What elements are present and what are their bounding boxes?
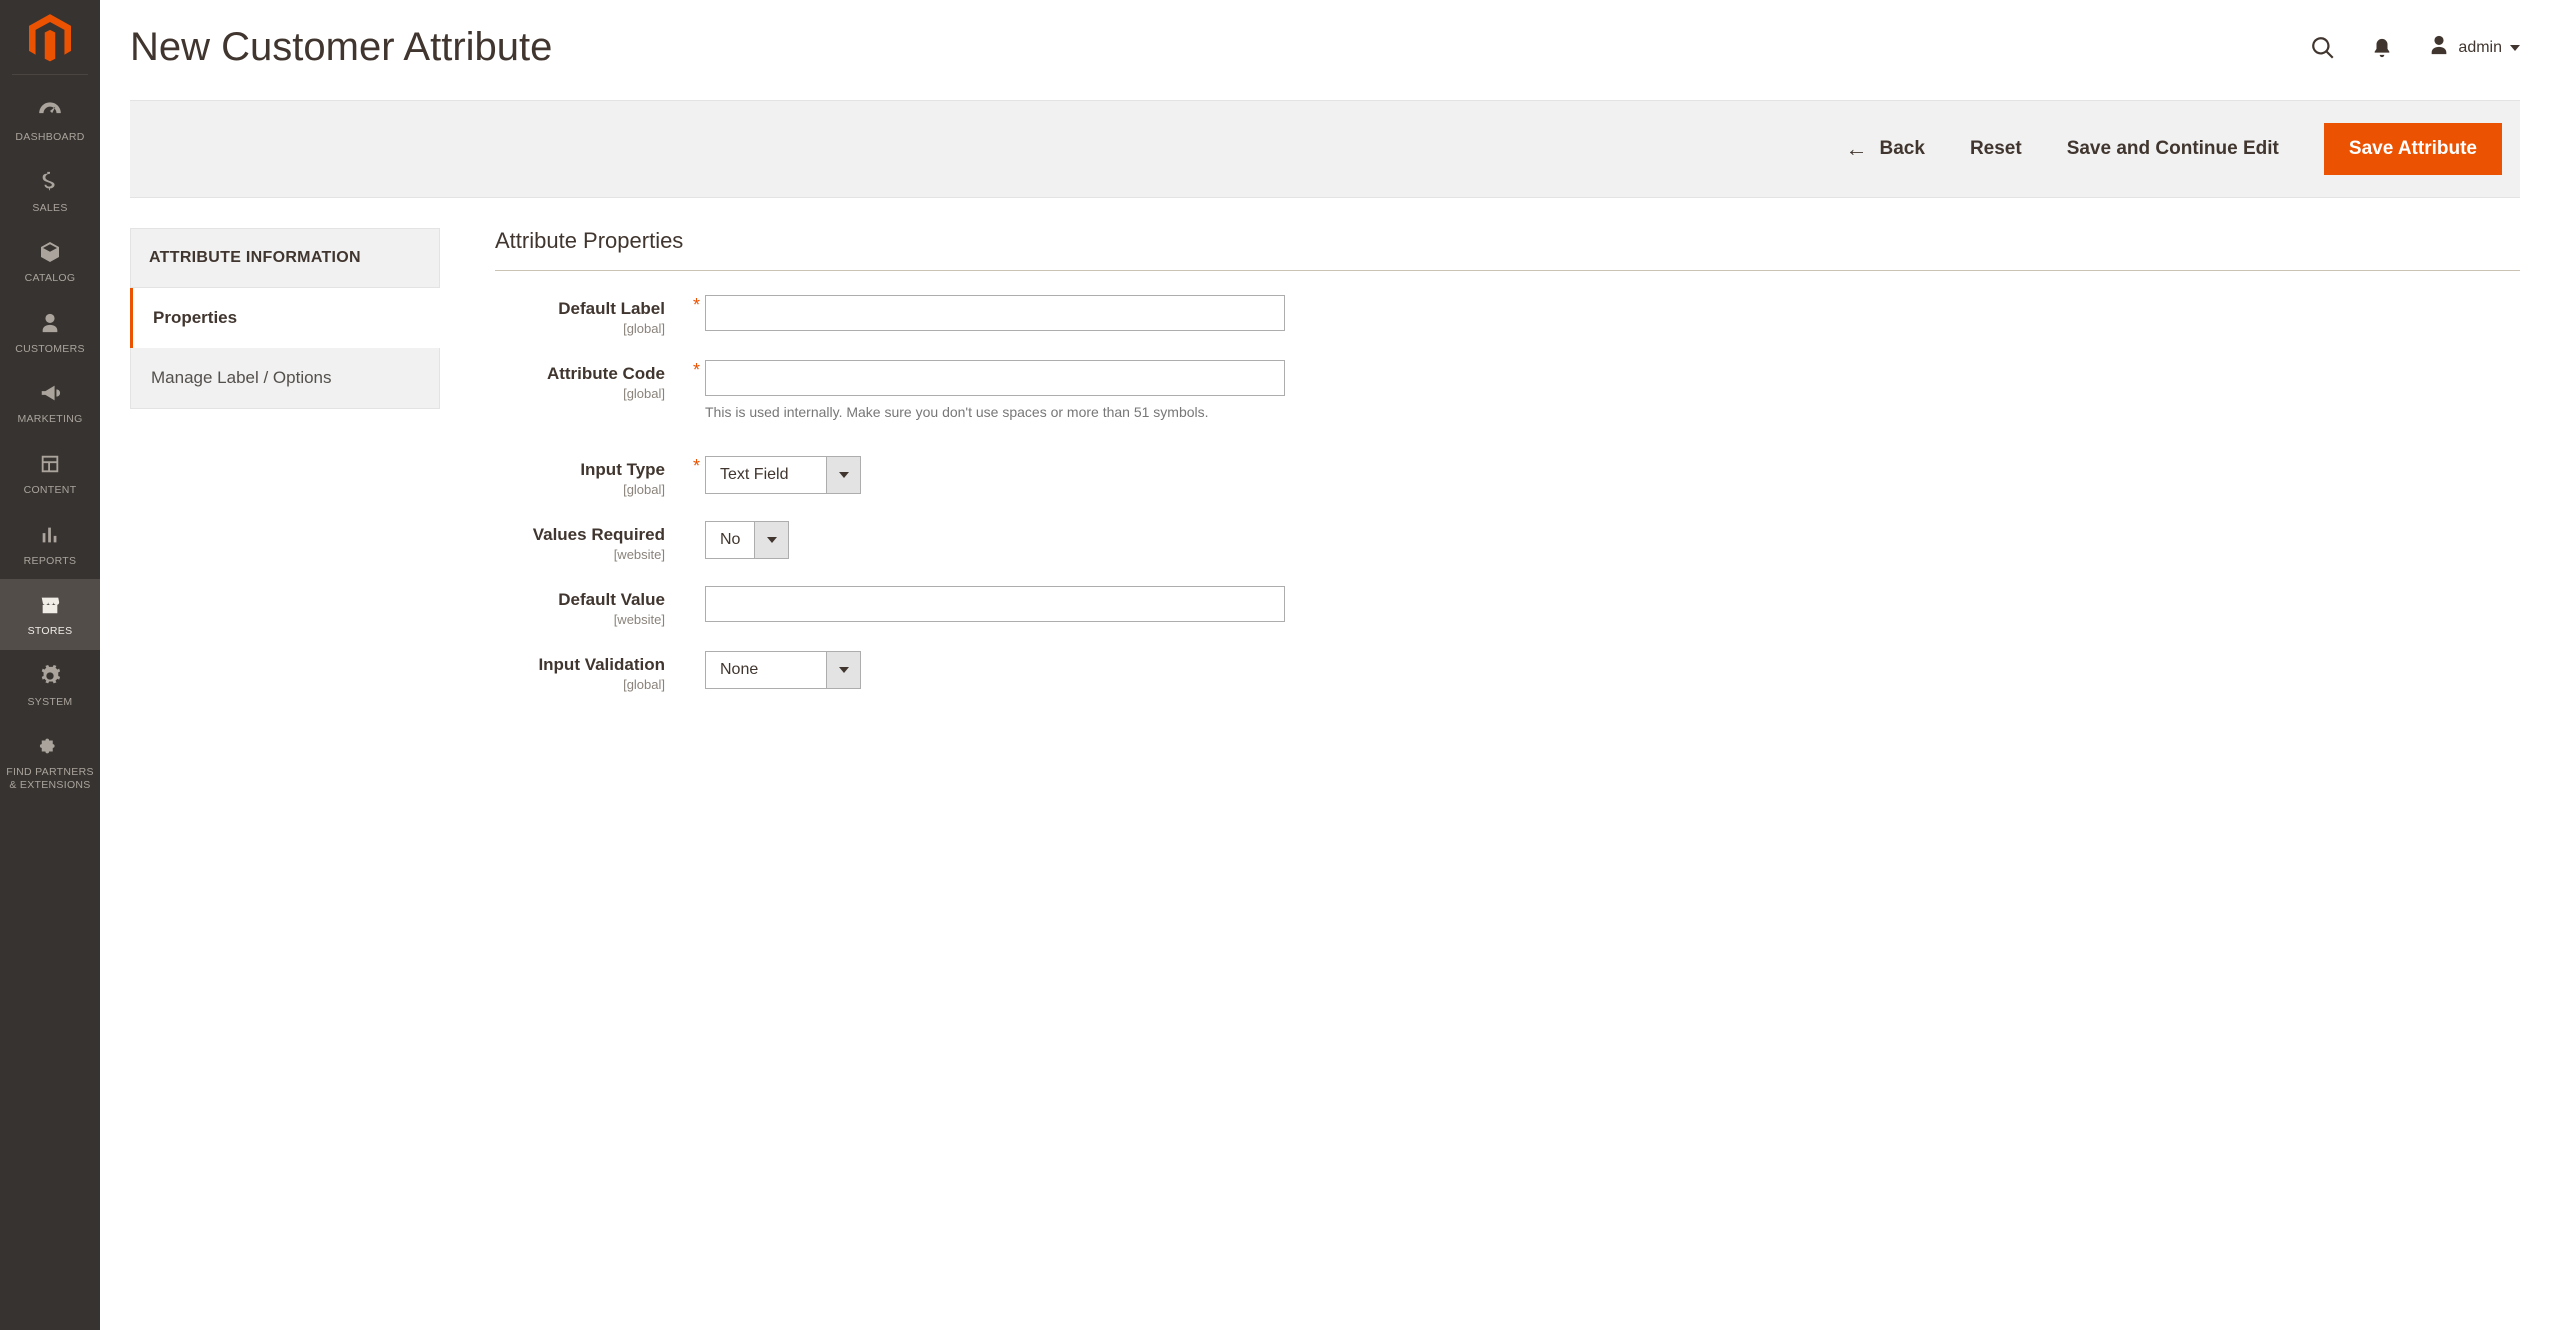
topbar-actions: admin <box>2310 34 2520 61</box>
field-label: Input Type <box>580 460 665 479</box>
save-continue-label: Save and Continue Edit <box>2067 138 2279 160</box>
sidebar-item-stores[interactable]: STORES <box>0 579 100 650</box>
back-button[interactable]: ← Back <box>1846 136 1925 162</box>
sidebar-divider <box>12 74 88 75</box>
reset-button[interactable]: Reset <box>1970 138 2022 160</box>
required-marker: * <box>693 456 705 477</box>
chevron-down-icon <box>826 457 860 493</box>
sidebar-label: CATALOG <box>25 272 76 285</box>
content-area: ATTRIBUTE INFORMATION Properties Manage … <box>100 198 2560 746</box>
bar-chart-icon <box>36 521 64 549</box>
sidebar-item-partners[interactable]: FIND PARTNERS & EXTENSIONS <box>0 720 100 803</box>
default-value-input[interactable] <box>705 586 1285 622</box>
field-default-value: Default Value [website] * <box>495 586 2520 627</box>
sidebar-label: CONTENT <box>24 484 77 497</box>
sidebar-label: STORES <box>28 625 73 638</box>
sidebar-item-reports[interactable]: REPORTS <box>0 509 100 580</box>
side-panel-header: ATTRIBUTE INFORMATION <box>130 228 440 288</box>
section-title: Attribute Properties <box>495 228 2520 271</box>
gear-icon <box>36 662 64 690</box>
form-panel: Attribute Properties Default Label [glob… <box>495 228 2520 716</box>
magento-logo[interactable] <box>0 0 100 74</box>
person-icon <box>36 309 64 337</box>
sidebar-item-sales[interactable]: SALES <box>0 156 100 227</box>
sidebar-label: SALES <box>32 202 67 215</box>
tab-manage-label[interactable]: Manage Label / Options <box>130 348 440 409</box>
chevron-down-icon <box>2510 45 2520 51</box>
store-icon <box>36 591 64 619</box>
topbar: New Customer Attribute admin <box>100 0 2560 100</box>
bell-icon[interactable] <box>2371 37 2393 59</box>
field-input-type: Input Type [global] * Text Field <box>495 456 2520 497</box>
field-note: This is used internally. Make sure you d… <box>705 404 2520 420</box>
field-scope: [global] <box>495 677 665 692</box>
field-input-validation: Input Validation [global] * None <box>495 651 2520 692</box>
sidebar-item-customers[interactable]: CUSTOMERS <box>0 297 100 368</box>
input-validation-select[interactable]: None <box>705 651 861 689</box>
sidebar-label: DASHBOARD <box>15 131 84 144</box>
save-continue-button[interactable]: Save and Continue Edit <box>2067 138 2279 160</box>
field-label: Default Label <box>558 299 665 318</box>
sidebar-item-dashboard[interactable]: DASHBOARD <box>0 85 100 156</box>
tab-properties[interactable]: Properties <box>130 288 440 348</box>
field-attribute-code: Attribute Code [global] * This is used i… <box>495 360 2520 420</box>
user-label: admin <box>2458 39 2502 57</box>
required-marker: * <box>693 295 705 316</box>
sidebar-label: FIND PARTNERS & EXTENSIONS <box>4 766 96 791</box>
select-value: Text Field <box>706 457 826 493</box>
required-marker: * <box>693 360 705 381</box>
puzzle-icon <box>36 732 64 760</box>
sidebar-label: CUSTOMERS <box>15 343 85 356</box>
arrow-left-icon: ← <box>1846 136 1868 162</box>
attribute-code-input[interactable] <box>705 360 1285 396</box>
select-value: None <box>706 652 826 688</box>
save-attribute-button[interactable]: Save Attribute <box>2324 123 2502 175</box>
main-column: New Customer Attribute admin ← Back <box>100 0 2560 1330</box>
select-value: No <box>706 522 754 558</box>
field-scope: [global] <box>495 321 665 336</box>
sidebar-item-system[interactable]: SYSTEM <box>0 650 100 721</box>
reset-label: Reset <box>1970 138 2022 160</box>
search-icon[interactable] <box>2310 35 2336 61</box>
sidebar-item-content[interactable]: CONTENT <box>0 438 100 509</box>
field-label: Input Validation <box>538 655 665 674</box>
sidebar-label: SYSTEM <box>28 696 73 709</box>
sidebar-item-catalog[interactable]: CATALOG <box>0 226 100 297</box>
page-title: New Customer Attribute <box>130 25 552 70</box>
field-scope: [global] <box>495 386 665 401</box>
field-default-label: Default Label [global] * <box>495 295 2520 336</box>
values-required-select[interactable]: No <box>705 521 789 559</box>
field-label: Default Value <box>558 590 665 609</box>
chevron-down-icon <box>754 522 788 558</box>
gauge-icon <box>36 97 64 125</box>
field-scope: [website] <box>495 612 665 627</box>
field-values-required: Values Required [website] * No <box>495 521 2520 562</box>
megaphone-icon <box>36 379 64 407</box>
default-label-input[interactable] <box>705 295 1285 331</box>
user-icon <box>2428 34 2450 61</box>
side-panel: ATTRIBUTE INFORMATION Properties Manage … <box>130 228 440 716</box>
chevron-down-icon <box>826 652 860 688</box>
field-label: Attribute Code <box>547 364 665 383</box>
admin-sidebar: DASHBOARD SALES CATALOG CUSTOMERS MARKET… <box>0 0 100 1330</box>
action-bar: ← Back Reset Save and Continue Edit Save… <box>130 100 2520 198</box>
user-menu[interactable]: admin <box>2428 34 2520 61</box>
sidebar-label: MARKETING <box>17 413 82 426</box>
field-scope: [website] <box>495 547 665 562</box>
box-icon <box>36 238 64 266</box>
layout-icon <box>36 450 64 478</box>
dollar-icon <box>36 168 64 196</box>
input-type-select[interactable]: Text Field <box>705 456 861 494</box>
field-scope: [global] <box>495 482 665 497</box>
sidebar-item-marketing[interactable]: MARKETING <box>0 367 100 438</box>
sidebar-label: REPORTS <box>24 555 77 568</box>
field-label: Values Required <box>533 525 665 544</box>
back-label: Back <box>1880 138 1925 160</box>
